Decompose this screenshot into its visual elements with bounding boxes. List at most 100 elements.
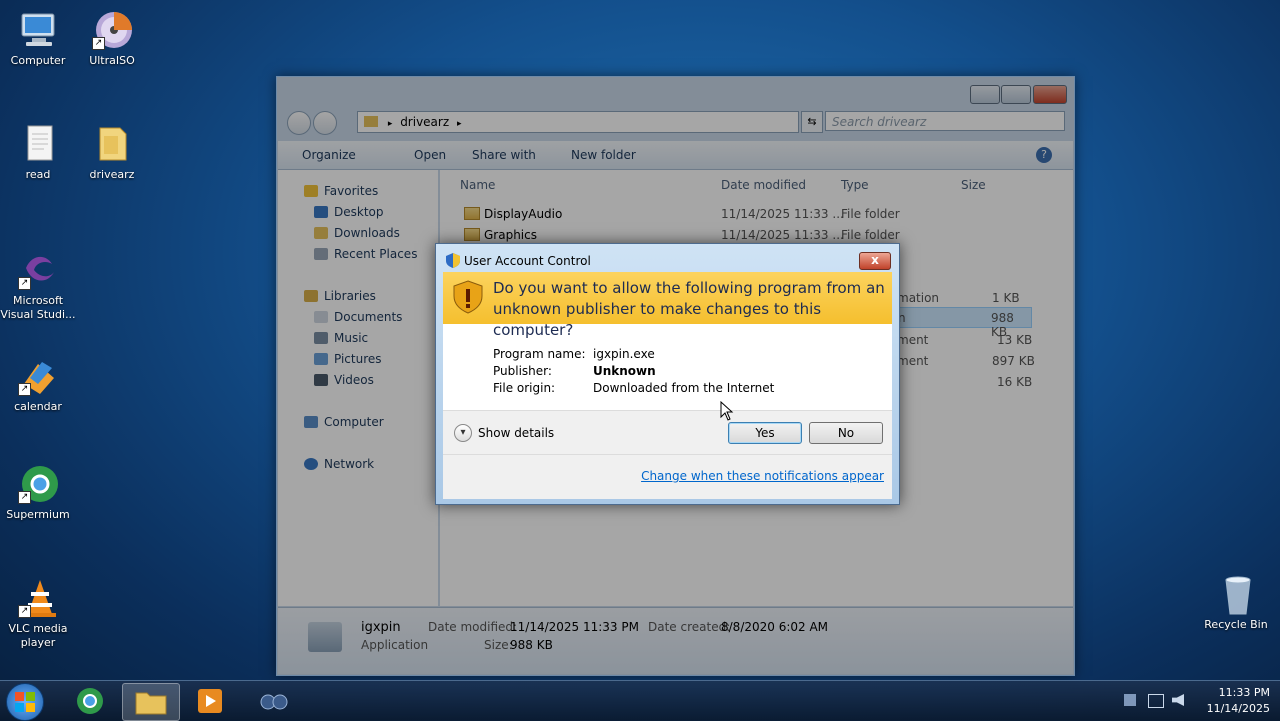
nav-favorites[interactable]: Favorites (304, 184, 378, 198)
address-bar[interactable]: ▸ drivearz ▸ (357, 111, 799, 133)
column-header-name[interactable]: Name (460, 178, 495, 192)
show-details-toggle[interactable]: Show details (478, 426, 554, 440)
text-file-icon (16, 122, 60, 166)
dialog-close-button[interactable]: x (859, 252, 891, 270)
mouse-cursor-icon (720, 401, 734, 421)
nav-libraries[interactable]: Libraries (304, 289, 376, 303)
desktop-icon-drivearz[interactable]: drivearz (74, 122, 150, 182)
media-player-icon (198, 689, 222, 713)
taskbar-media-player-button[interactable] (182, 683, 238, 719)
new-folder-button[interactable]: New folder (571, 148, 636, 162)
folder-icon (464, 228, 480, 241)
application-icon (308, 622, 342, 652)
desktop-icon-visual-studio[interactable]: ↗ Microsoft Visual Studi... (0, 248, 76, 322)
change-notifications-link[interactable]: Change when these notifications appear (641, 469, 884, 483)
browser-icon: ↗ (16, 462, 60, 506)
desktop-icon-label: VLC media player (8, 622, 68, 649)
browser-icon (77, 688, 103, 714)
nav-music[interactable]: Music (314, 331, 368, 345)
details-size: 988 KB (510, 638, 553, 652)
desktop-icon-vlc[interactable]: ↗ VLC media player (0, 576, 76, 650)
column-header-size[interactable]: Size (961, 178, 986, 192)
visual-studio-icon: ↗ (16, 248, 60, 292)
taskbar-app-button[interactable] (246, 683, 302, 719)
chevron-down-icon[interactable]: ▾ (454, 424, 472, 442)
publisher-value: Unknown (593, 364, 656, 378)
uac-shield-icon (446, 253, 460, 268)
nav-label: Desktop (334, 205, 384, 219)
desktop-icon-calendar[interactable]: ↗ calendar (0, 354, 76, 414)
no-button[interactable]: No (809, 422, 883, 444)
nav-recent-places[interactable]: Recent Places (314, 247, 417, 261)
taskbar-browser-button[interactable] (62, 683, 118, 719)
nav-label: Libraries (324, 289, 376, 303)
dialog-title: User Account Control (464, 254, 591, 268)
desktop-icon-label: Supermium (6, 508, 70, 521)
table-row-selected[interactable]: n 988 KB (880, 307, 1032, 339)
nav-label: Videos (334, 373, 374, 387)
videos-icon (314, 374, 328, 386)
uac-question: Do you want to allow the following progr… (493, 279, 885, 339)
maximize-button[interactable] (1001, 85, 1031, 104)
minimize-button[interactable] (970, 85, 1000, 104)
details-date-modified: 11/14/2025 11:33 PM (510, 620, 639, 634)
desktop-icon-recycle-bin[interactable]: Recycle Bin (1198, 572, 1274, 632)
tray-flag-icon[interactable] (1124, 694, 1136, 706)
search-input[interactable]: Search drivearz (825, 111, 1065, 131)
taskbar: 11:33 PM 11/14/2025 (0, 680, 1280, 721)
desktop-icon-label: UltraISO (89, 54, 135, 67)
tray-network-icon[interactable] (1148, 694, 1164, 708)
nav-documents[interactable]: Documents (314, 310, 402, 324)
nav-pictures[interactable]: Pictures (314, 352, 382, 366)
computer-icon (16, 8, 60, 52)
nav-network[interactable]: Network (304, 457, 374, 471)
folder-icon (364, 116, 378, 127)
calendar-icon: ↗ (16, 354, 60, 398)
taskbar-explorer-button[interactable] (122, 683, 180, 721)
navigation-pane: Favorites Desktop Downloads Recent Place… (278, 170, 438, 606)
tray-clock[interactable]: 11:33 PM 11/14/2025 (1207, 685, 1270, 717)
shortcut-arrow-icon: ↗ (18, 383, 31, 396)
yes-button[interactable]: Yes (728, 422, 802, 444)
file-type: mation (897, 291, 940, 305)
refresh-button[interactable]: ⇆ (801, 111, 823, 133)
app-icon (260, 694, 288, 710)
back-button[interactable] (287, 111, 311, 135)
file-date: 11/14/2025 11:33 ... (721, 228, 844, 242)
file-size: 13 KB (997, 333, 1033, 347)
open-button[interactable]: Open (414, 148, 446, 162)
warning-banner: Do you want to allow the following progr… (443, 272, 892, 339)
file-size: 897 KB (992, 354, 1035, 368)
desktop-icon-label: Recycle Bin (1204, 618, 1268, 631)
nav-videos[interactable]: Videos (314, 373, 374, 387)
desktop-icon-label: Computer (10, 54, 66, 67)
file-type: ment (897, 333, 929, 347)
column-header-date-modified[interactable]: Date modified (721, 178, 806, 192)
file-size: 16 KB (997, 375, 1033, 389)
file-date: 11/14/2025 11:33 ... (721, 207, 844, 221)
help-icon[interactable]: ? (1036, 147, 1052, 163)
forward-button[interactable] (313, 111, 337, 135)
organize-button[interactable]: Organize (302, 148, 356, 162)
close-window-button[interactable] (1033, 85, 1067, 104)
start-button[interactable] (6, 683, 44, 721)
column-header-type[interactable]: Type (841, 178, 869, 192)
desktop-icon-read[interactable]: read (0, 122, 76, 182)
details-file-name: igxpin (361, 620, 401, 635)
warning-shield-icon (453, 280, 483, 314)
breadcrumb-segment[interactable]: drivearz (400, 115, 449, 129)
nav-desktop[interactable]: Desktop (314, 205, 384, 219)
nav-downloads[interactable]: Downloads (314, 226, 400, 240)
desktop-icon-computer[interactable]: Computer (0, 8, 76, 68)
nav-label: Favorites (324, 184, 379, 198)
share-with-button[interactable]: Share with (472, 148, 536, 162)
desktop-icon (314, 206, 328, 218)
nav-computer[interactable]: Computer (304, 415, 384, 429)
details-date-created-label: Date created: (648, 620, 731, 634)
uac-button-row: ▾ Show details Yes No (443, 401, 892, 455)
desktop-icon-ultraiso[interactable]: ↗ UltraISO (74, 8, 150, 68)
tray-volume-icon[interactable] (1172, 694, 1184, 706)
desktop-icon-supermium[interactable]: ↗ Supermium (0, 462, 76, 522)
uac-link-row: Change when these notifications appear (443, 454, 892, 499)
details-date-created: 8/8/2020 6:02 AM (721, 620, 829, 634)
